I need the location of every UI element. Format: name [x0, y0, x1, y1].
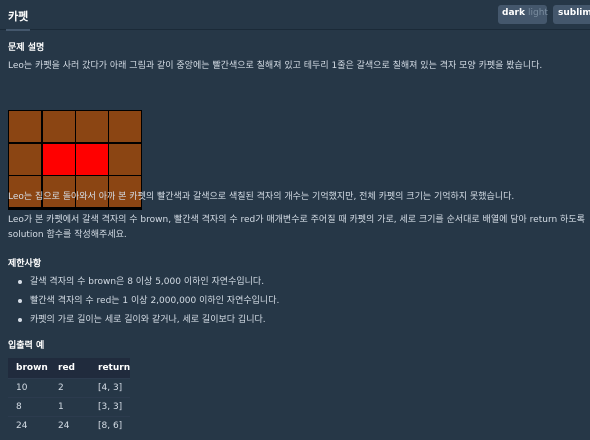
carpet-cell-red — [42, 143, 75, 175]
column-header-brown: brown — [8, 358, 50, 378]
theme-toggle[interactable]: dark light — [498, 5, 548, 24]
problem-intro: Leo는 카펫을 사러 갔다가 아래 그림과 같이 중앙에는 빨간색으로 칠해져… — [8, 61, 543, 71]
table-row: 10 2 [4, 3] — [8, 377, 131, 397]
carpet-cell-brown — [42, 111, 75, 143]
table-row: 24 24 [8, 6] — [8, 415, 131, 435]
column-header-return: return — [90, 358, 131, 378]
theme-dark-option[interactable]: dark — [502, 8, 525, 18]
cell-red: 1 — [50, 396, 90, 416]
tab-problem[interactable]: 카펫 — [0, 0, 36, 31]
problem-paragraph-2: Leo는 집으로 돌아와서 아까 본 카펫의 빨간색과 갈색으로 색칠된 격자의… — [8, 192, 515, 202]
constraint-item: 카펫의 가로 길이는 세로 길이와 같거나, 세로 길이보다 깁니다. — [17, 314, 279, 333]
constraints-list: 갈색 격자의 수 brown은 8 이상 5,000 이하인 자연수입니다. 빨… — [17, 276, 279, 333]
editor-theme-button[interactable]: sublime — [553, 5, 590, 24]
carpet-cell-brown — [75, 111, 108, 143]
cell-brown: 10 — [8, 377, 50, 397]
constraint-item: 갈색 격자의 수 brown은 8 이상 5,000 이하인 자연수입니다. — [17, 276, 279, 295]
section-title-constraints: 제한사항 — [8, 259, 42, 269]
tab-active-indicator — [6, 29, 31, 31]
carpet-cell-brown — [109, 143, 142, 175]
section-title-examples: 입출력 예 — [8, 341, 45, 351]
carpet-cell-brown — [109, 111, 142, 143]
cell-brown: 24 — [8, 415, 50, 435]
section-title-description: 문제 설명 — [8, 43, 45, 53]
table-header-row: brown red return — [8, 358, 131, 378]
problem-paragraph-3-line-2: solution 함수를 작성해주세요. — [8, 230, 127, 240]
column-header-red: red — [50, 358, 90, 378]
carpet-cell-brown — [9, 111, 42, 143]
carpet-cell-brown — [9, 143, 42, 175]
constraint-item: 빨간색 격자의 수 red는 1 이상 2,000,000 이하인 자연수입니다… — [17, 295, 279, 314]
cell-red: 24 — [50, 415, 90, 435]
header-bar: 카펫 dark light sublime — [0, 0, 590, 31]
problem-paragraph-3-line-1: Leo가 본 카펫에서 갈색 격자의 수 brown, 빨간색 격자의 수 re… — [8, 215, 585, 225]
carpet-cell-red — [75, 143, 108, 175]
cell-red: 2 — [50, 377, 90, 397]
cell-return: [3, 3] — [90, 396, 131, 416]
cell-return: [8, 6] — [90, 415, 131, 435]
cell-return: [4, 3] — [90, 377, 131, 397]
examples-table: brown red return 10 2 [4, 3] 8 1 [3, 3] … — [8, 358, 131, 435]
theme-light-option[interactable]: light — [528, 8, 548, 18]
tab-label: 카펫 — [8, 10, 29, 23]
table-row: 8 1 [3, 3] — [8, 396, 131, 416]
cell-brown: 8 — [8, 396, 50, 416]
